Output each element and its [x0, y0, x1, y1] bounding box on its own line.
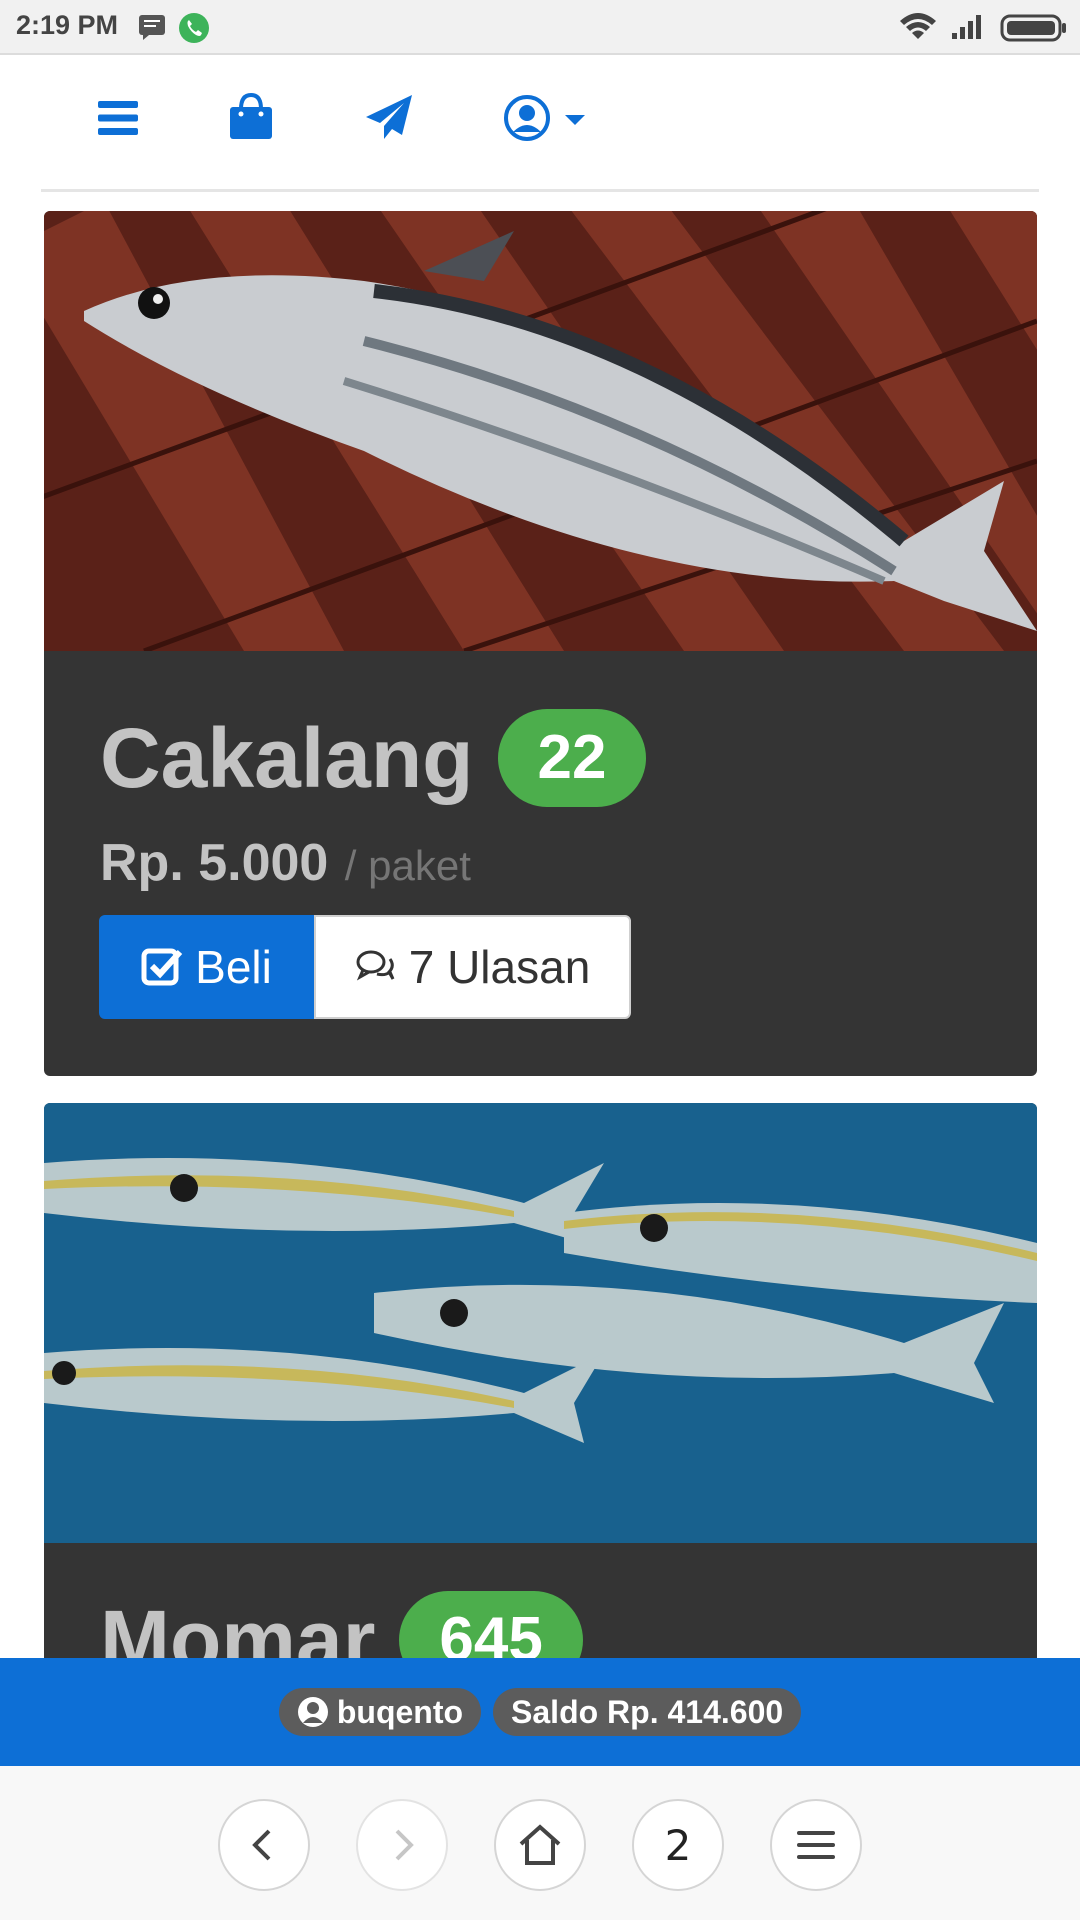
- back-icon: [252, 1829, 271, 1861]
- menu-icon: [797, 1831, 835, 1859]
- browser-toolbar: 2: [0, 1766, 1080, 1920]
- tabs-button[interactable]: 2: [632, 1799, 724, 1891]
- caret-down-icon: [565, 115, 585, 125]
- user-circle-icon: [297, 1697, 328, 1727]
- browser-menu-button[interactable]: [770, 1799, 862, 1891]
- signal-icon: [952, 15, 981, 39]
- tabs-counter: 2: [664, 1820, 692, 1870]
- menu-icon[interactable]: [98, 99, 138, 137]
- product-card: Cakalang 22 Rp. 5.000 / paket Beli 7 Ula…: [44, 211, 1037, 1076]
- buy-button-label: Beli: [195, 941, 272, 993]
- product-name: Cakalang: [100, 710, 474, 805]
- buy-button[interactable]: Beli: [99, 915, 314, 1019]
- forward-button[interactable]: [356, 1799, 448, 1891]
- user-circle-icon[interactable]: [503, 94, 593, 142]
- reviews-button-label: 7 Ulasan: [408, 941, 591, 993]
- product-image-momar[interactable]: [44, 1103, 1037, 1543]
- status-time: 2:19 PM: [16, 10, 119, 40]
- message-icon: [139, 15, 165, 40]
- home-icon: [519, 1824, 561, 1865]
- battery-icon: [1000, 14, 1066, 42]
- back-button[interactable]: [218, 1799, 310, 1891]
- product-actions: Beli 7 Ulasan: [99, 915, 631, 1019]
- user-pill[interactable]: buqento: [278, 1688, 482, 1736]
- nav-divider: [41, 189, 1039, 192]
- shopping-bag-icon[interactable]: [228, 93, 274, 141]
- phone-icon: [179, 13, 209, 43]
- home-button[interactable]: [494, 1799, 586, 1891]
- wifi-icon: [900, 13, 936, 39]
- product-unit: / paket: [344, 842, 471, 889]
- reviews-button[interactable]: 7 Ulasan: [314, 915, 631, 1019]
- price-line: Rp. 5.000 / paket: [100, 833, 471, 893]
- top-nav: [0, 57, 1080, 187]
- product-image-cakalang[interactable]: [44, 211, 1037, 651]
- comments-icon: [356, 950, 395, 981]
- product-title: Cakalang 22: [100, 709, 647, 807]
- username: buqento: [336, 1693, 464, 1730]
- balance-pill[interactable]: Saldo Rp. 414.600: [493, 1688, 802, 1736]
- stock-badge: 22: [497, 709, 647, 807]
- account-bar: buqento Saldo Rp. 414.600: [0, 1658, 1080, 1766]
- product-price: Rp. 5.000: [100, 834, 329, 892]
- paper-plane-icon[interactable]: [364, 93, 414, 141]
- check-square-icon: [141, 948, 183, 986]
- status-bar: 2:19 PM: [0, 0, 1080, 55]
- balance: Saldo Rp. 414.600: [511, 1693, 784, 1730]
- forward-icon: [395, 1829, 414, 1861]
